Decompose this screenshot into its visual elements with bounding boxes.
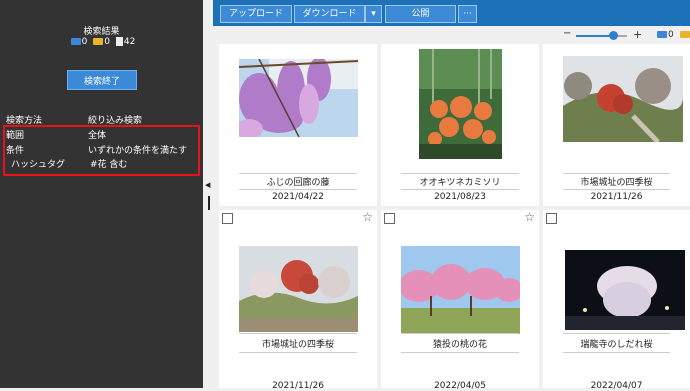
card-divider (401, 333, 519, 334)
sidebar-resize-handle[interactable] (208, 196, 210, 210)
album-icon (679, 31, 690, 38)
card-divider (239, 189, 357, 190)
card-divider (563, 333, 670, 334)
collapse-sidebar-icon[interactable]: ◀ (205, 181, 210, 189)
zoom-in-icon[interactable]: + (633, 28, 642, 41)
zoom-slider-handle[interactable] (608, 31, 618, 40)
criteria-highlight-box (3, 125, 200, 176)
photo-card[interactable]: 瑞龍寺のしだれ桜 2022/04/07 (543, 210, 690, 391)
file-count: 42 (123, 37, 136, 47)
select-checkbox[interactable] (384, 213, 395, 224)
publish-button[interactable]: 公開 (385, 5, 456, 23)
photo-title: 市場城址の四季桜 (580, 178, 653, 188)
search-sidebar: 検索結果 0 0 42 検索終了 検索方法 絞り込み検索 範囲 全体 条件 いず… (0, 0, 203, 388)
album-icon (93, 38, 104, 45)
file-icon (115, 37, 123, 46)
download-button[interactable]: ダウンロード (294, 5, 365, 23)
photo-date: 2022/04/05 (434, 381, 486, 391)
card-divider (401, 352, 519, 353)
search-results-title: 検索結果 (83, 27, 120, 37)
main-toolbar: アップロード ダウンロード ▾ 公開 ··· (213, 0, 690, 26)
select-checkbox[interactable] (222, 213, 233, 224)
card-divider (563, 173, 670, 174)
card-divider (239, 173, 357, 174)
favorite-star-icon[interactable]: ☆ (362, 210, 373, 224)
photo-date: 2021/04/22 (272, 192, 324, 202)
photo-title: オオキツネカミソリ (419, 178, 501, 188)
album-count: 0 (104, 37, 110, 47)
photo-title: 猿投の桃の花 (432, 340, 487, 350)
end-search-button[interactable]: 検索終了 (67, 70, 137, 90)
photo-card[interactable]: ☆ 市場城址の四季桜 2021/11/26 (219, 210, 377, 391)
card-divider (239, 333, 357, 334)
grid-counts: 0 (654, 30, 690, 40)
photo-title: 市場城址の四季桜 (261, 340, 334, 350)
card-divider (401, 189, 519, 190)
photo-date: 2021/08/23 (434, 192, 486, 202)
photo-card[interactable]: ☆ 猿投の桃の花 2022/04/05 (381, 210, 539, 391)
favorite-star-icon[interactable]: ☆ (524, 210, 535, 224)
more-options-button[interactable]: ··· (458, 5, 477, 23)
folder-count: 0 (668, 30, 674, 40)
photo-card[interactable]: オオキツネカミソリ 2021/08/23 (381, 44, 539, 206)
photo-thumbnail[interactable] (565, 250, 685, 330)
download-dropdown-icon[interactable]: ▾ (365, 5, 382, 23)
photo-thumbnail[interactable] (418, 49, 502, 159)
zoom-slider-fill (576, 35, 613, 37)
photo-title: 瑞龍寺のしだれ桜 (580, 340, 653, 350)
photo-thumbnail[interactable] (563, 56, 683, 142)
zoom-slider[interactable] (576, 31, 627, 40)
photo-card[interactable]: ふじの回廊の藤 2021/04/22 (219, 44, 377, 206)
card-divider (563, 352, 670, 353)
photo-thumbnail[interactable] (400, 246, 520, 334)
photo-date: 2021/11/26 (272, 381, 324, 391)
card-divider (401, 173, 519, 174)
photo-title: ふじの回廊の藤 (266, 178, 330, 188)
photo-thumbnail[interactable] (238, 59, 358, 137)
photo-date: 2022/04/07 (590, 381, 643, 391)
photo-date: 2021/11/26 (590, 192, 643, 202)
result-counts: 0 0 42 (0, 37, 203, 47)
card-divider (563, 189, 670, 190)
zoom-out-icon[interactable]: − (563, 28, 571, 39)
folder-count: 0 (81, 37, 88, 47)
photo-thumbnail[interactable] (238, 246, 358, 332)
select-checkbox[interactable] (546, 213, 557, 224)
folder-icon (657, 31, 667, 38)
upload-button[interactable]: アップロード (220, 5, 292, 23)
card-divider (239, 352, 357, 353)
folder-icon (70, 38, 81, 45)
photo-card[interactable]: 市場城址の四季桜 2021/11/26 (543, 44, 690, 206)
